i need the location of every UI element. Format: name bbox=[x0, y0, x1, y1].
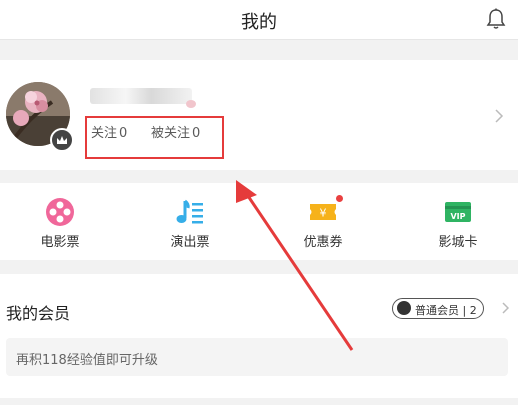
upgrade-progress-text: 再积118经验值即可升级 bbox=[16, 353, 158, 368]
annotation-highlight-box bbox=[85, 116, 224, 159]
top-header: 我的 bbox=[0, 0, 518, 40]
vip-card-icon: VIP bbox=[445, 202, 471, 222]
username-blurred bbox=[90, 88, 196, 108]
coupon-icon: ¥ bbox=[310, 204, 336, 220]
menu-item-show-ticket[interactable]: 演出票 bbox=[130, 183, 250, 260]
member-section: 我的会员 普通会员 | 2 再积118经验值即可升级 bbox=[0, 274, 518, 405]
svg-text:¥: ¥ bbox=[320, 207, 327, 220]
member-level-pill[interactable]: 普通会员 | 2 bbox=[392, 298, 484, 319]
menu-item-label: 电影票 bbox=[40, 235, 80, 250]
chevron-right-icon bbox=[495, 109, 504, 123]
svg-text:VIP: VIP bbox=[450, 212, 465, 221]
music-note-icon bbox=[176, 199, 203, 224]
chevron-right-icon bbox=[502, 302, 510, 314]
menu-item-movie-ticket[interactable]: 电影票 bbox=[0, 183, 120, 260]
bell-icon[interactable] bbox=[486, 8, 506, 30]
bottom-divider bbox=[0, 398, 518, 405]
member-level-text: 普通会员 | 2 bbox=[415, 304, 477, 317]
menu-item-cinema-card[interactable]: VIP 影城卡 bbox=[398, 183, 518, 260]
member-title: 我的会员 bbox=[6, 304, 71, 323]
menu-item-coupon[interactable]: ¥ 优惠券 bbox=[263, 183, 383, 260]
crown-badge-icon bbox=[50, 128, 74, 152]
menu-item-label: 优惠券 bbox=[303, 235, 343, 250]
quick-menu: 电影票 演出票 ¥ 优惠券 VIP 影城卡 bbox=[0, 183, 518, 260]
menu-item-label: 影城卡 bbox=[438, 235, 478, 250]
profile-card[interactable]: 关注 0 被关注 0 bbox=[0, 60, 518, 170]
upgrade-progress-box: 再积118经验值即可升级 bbox=[6, 338, 508, 376]
notification-dot bbox=[336, 195, 343, 202]
movie-ticket-icon bbox=[46, 198, 74, 226]
page-title: 我的 bbox=[241, 12, 277, 33]
crown-icon bbox=[397, 301, 411, 315]
menu-item-label: 演出票 bbox=[170, 235, 210, 250]
